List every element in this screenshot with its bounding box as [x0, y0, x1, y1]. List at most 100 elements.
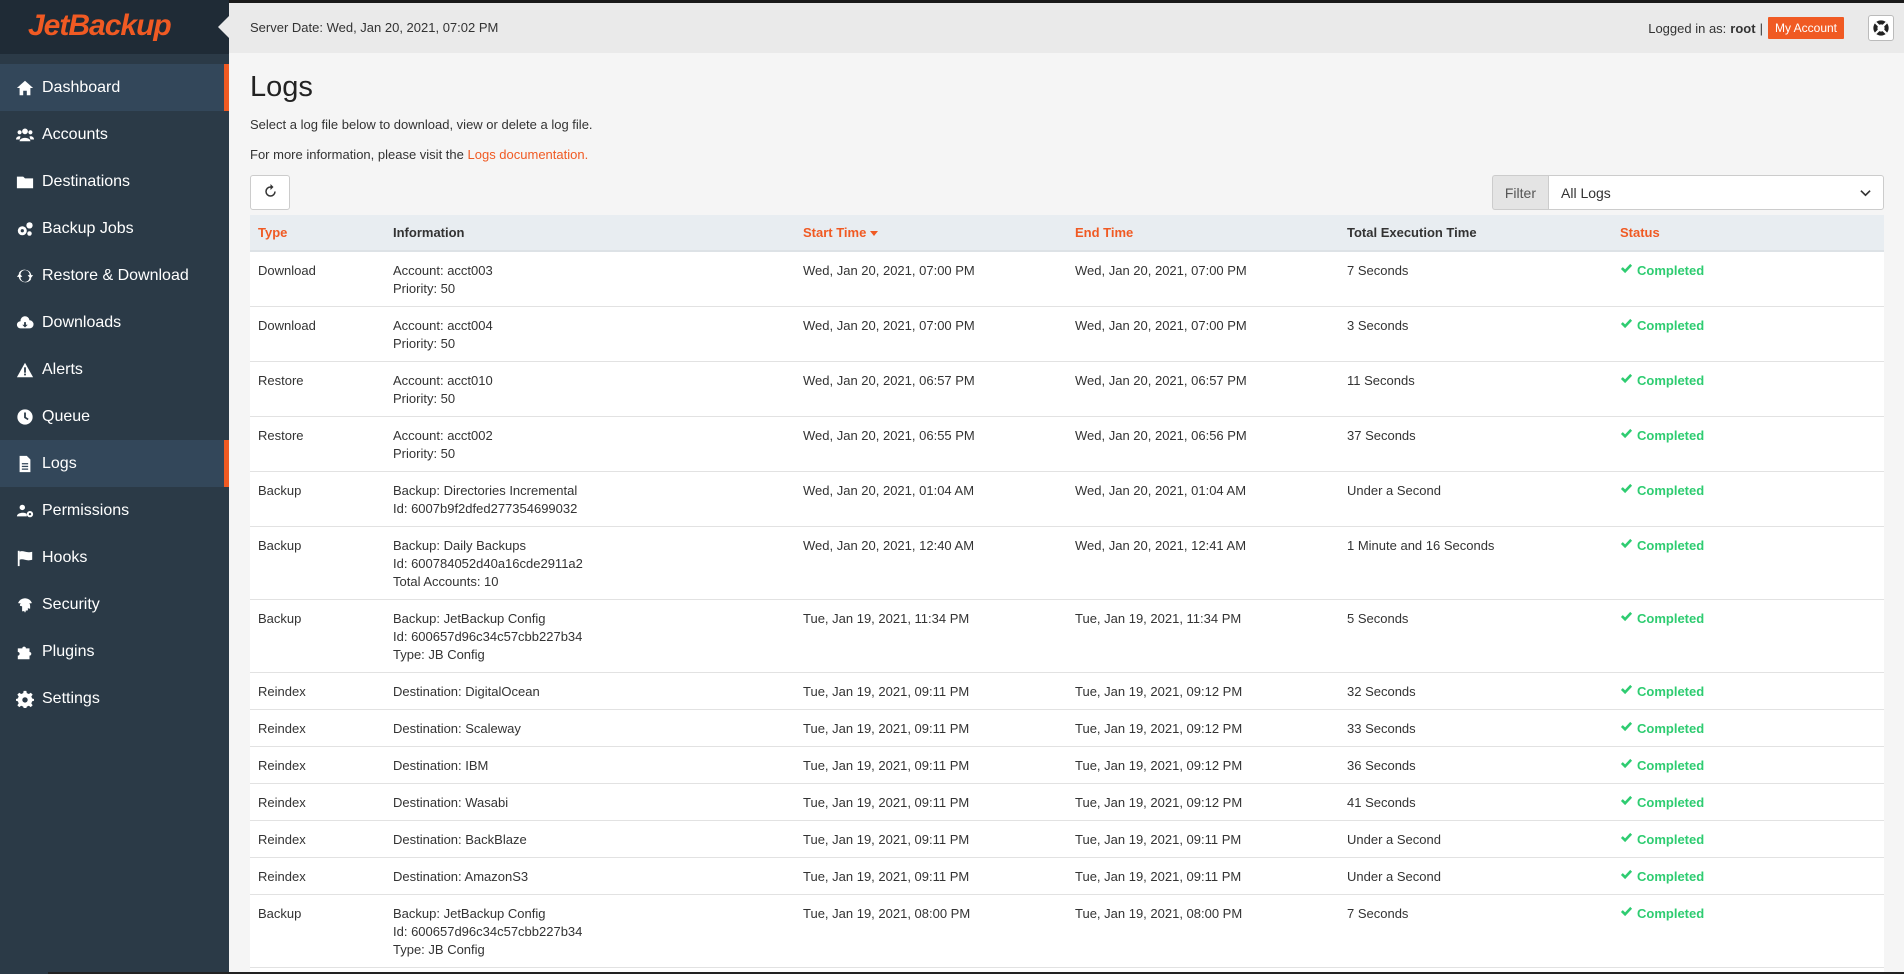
sidebar-item-restore-download[interactable]: Restore & Download: [0, 252, 229, 299]
sidebar-item-label: Dashboard: [42, 78, 121, 96]
more-info-prefix: For more information, please visit the: [250, 147, 464, 162]
cell-start-time: Tue, Jan 19, 2021, 11:34 PM: [795, 599, 1067, 673]
cell-execution-time: Under a Second: [1339, 820, 1612, 858]
logs-documentation-link[interactable]: Logs documentation.: [468, 147, 589, 162]
page-title: Logs: [250, 71, 313, 103]
cell-status: Completed: [1612, 526, 1884, 600]
table-row[interactable]: Backup Backup: Directories Incremental Id:…: [250, 471, 1884, 527]
sidebar-item-dashboard[interactable]: Dashboard: [0, 64, 229, 111]
cell-end-time: Tue, Jan 19, 2021, 09:12 PM: [1067, 672, 1339, 710]
check-icon: [1620, 831, 1637, 849]
sort-desc-icon: [870, 231, 879, 237]
cell-information: Backup: JetBackup Config Id: 600657d96c34…: [385, 894, 795, 968]
toolbar: Filter All Logs: [250, 175, 1884, 215]
cell-end-time: Wed, Jan 20, 2021, 06:57 PM: [1067, 361, 1339, 417]
sidebar-item-label: Queue: [42, 407, 91, 425]
table-row[interactable]: Reindex Destination: Wasabi Tue, Jan 19, 2…: [250, 783, 1884, 821]
table-row[interactable]: Restore Account: acct002 Priority: 50 Wed, …: [250, 416, 1884, 472]
cell-start-time: Wed, Jan 20, 2021, 06:57 PM: [795, 361, 1067, 417]
sidebar-item-label: Settings: [42, 689, 100, 707]
sidebar-item-settings[interactable]: Settings: [0, 675, 229, 722]
sidebar-item-downloads[interactable]: Downloads: [0, 299, 229, 346]
sidebar-item-backup-jobs[interactable]: Backup Jobs: [0, 205, 229, 252]
cell-status: Completed: [1612, 306, 1884, 362]
info-line: Backup: Daily Backups: [393, 538, 526, 553]
cell-execution-time: 7 Seconds: [1339, 894, 1612, 968]
sidebar-item-permissions[interactable]: Permissions: [0, 487, 229, 534]
check-icon: [1620, 372, 1637, 390]
cell-information: Destination: DigitalOcean: [385, 672, 795, 710]
sidebar-item-security[interactable]: Security: [0, 581, 229, 628]
header-status[interactable]: Status: [1612, 215, 1884, 252]
logs-table-body: Download Account: acct003 Priority: 50 Wed,…: [250, 250, 1884, 974]
table-row[interactable]: Reindex Destination: Scaleway Tue, Jan 19,…: [250, 709, 1884, 747]
status-badge: Completed: [1620, 905, 1876, 923]
header-type[interactable]: Type: [250, 215, 385, 252]
status-badge: Completed: [1620, 610, 1876, 628]
header-start-time[interactable]: Start Time: [795, 215, 1067, 252]
sidebar-item-logs[interactable]: Logs: [0, 440, 229, 487]
table-row[interactable]: Reindex Destination: IBM Tue, Jan 19, 2021…: [250, 746, 1884, 784]
table-row[interactable]: Backup Backup: JetBackup Config Id: 600657…: [250, 894, 1884, 968]
lifebuoy-icon[interactable]: [1868, 15, 1894, 41]
sidebar-item-accounts[interactable]: Accounts: [0, 111, 229, 158]
table-row[interactable]: Backup Backup: Daily Backups Id: 600784052…: [250, 526, 1884, 600]
table-row[interactable]: Download Account: acct004 Priority: 50 Wed,…: [250, 306, 1884, 362]
status-text: Completed: [1637, 483, 1705, 498]
table-row[interactable]: Download Account: acct003 Priority: 50 Wed,…: [250, 250, 1884, 307]
cell-information: Account: acct002 Priority: 50: [385, 416, 795, 472]
refresh-icon: [14, 266, 36, 286]
status-text: Completed: [1637, 832, 1705, 847]
table-row[interactable]: Backup Backup: JetBackup Config Id: 600657…: [250, 599, 1884, 673]
page-description: Select a log file below to download, vie…: [250, 117, 593, 132]
refresh-button[interactable]: [250, 175, 290, 210]
cell-start-time: Tue, Jan 19, 2021, 09:11 PM: [795, 820, 1067, 858]
header-start-time-label: Start Time: [803, 225, 867, 240]
header-end-time[interactable]: End Time: [1067, 215, 1339, 252]
sidebar: JetBackup Dashboard Accounts Destination…: [0, 0, 229, 974]
cell-end-time: Tue, Jan 19, 2021, 09:11 PM: [1067, 820, 1339, 858]
cell-status: Completed: [1612, 672, 1884, 710]
gear-icon: [14, 689, 36, 709]
info-line: Destination: IBM: [393, 758, 489, 773]
sidebar-item-plugins[interactable]: Plugins: [0, 628, 229, 675]
status-badge: Completed: [1620, 482, 1876, 500]
status-badge: Completed: [1620, 537, 1876, 555]
cell-status: Completed: [1612, 250, 1884, 307]
flag-icon: [14, 548, 36, 568]
sidebar-item-hooks[interactable]: Hooks: [0, 534, 229, 581]
sidebar-item-queue[interactable]: Queue: [0, 393, 229, 440]
table-row[interactable]: Restore Account: acct010 Priority: 50 Wed, …: [250, 361, 1884, 417]
logo[interactable]: JetBackup: [28, 9, 172, 43]
check-icon: [1620, 427, 1637, 445]
cloud-download-icon: [14, 313, 36, 333]
cell-status: Completed: [1612, 471, 1884, 527]
sidebar-item-destinations[interactable]: Destinations: [0, 158, 229, 205]
table-row[interactable]: Reindex Destination: AmazonS3 Tue, Jan 19,…: [250, 857, 1884, 895]
info-line: Total Accounts: 10: [393, 574, 499, 589]
status-badge: Completed: [1620, 757, 1876, 775]
logged-in-user: root: [1730, 20, 1756, 36]
cell-execution-time: 5 Seconds: [1339, 599, 1612, 673]
cell-information: Destination: BackBlaze: [385, 820, 795, 858]
sidebar-item-label: Security: [42, 595, 100, 613]
status-text: Completed: [1637, 318, 1705, 333]
sidebar-nav: Dashboard Accounts Destinations Backup J…: [0, 64, 229, 722]
sidebar-item-alerts[interactable]: Alerts: [0, 346, 229, 393]
filter-select[interactable]: All Logs: [1548, 175, 1884, 210]
header-execution-time: Total Execution Time: [1339, 215, 1612, 252]
cell-execution-time: 37 Seconds: [1339, 416, 1612, 472]
my-account-button[interactable]: My Account: [1767, 17, 1844, 39]
cell-end-time: Tue, Jan 19, 2021, 09:12 PM: [1067, 746, 1339, 784]
login-separator: |: [1759, 20, 1763, 36]
status-text: Completed: [1637, 758, 1705, 773]
info-line: Account: acct010: [393, 373, 493, 388]
table-row[interactable]: Reindex Destination: BackBlaze Tue, Jan 19…: [250, 820, 1884, 858]
cell-end-time: Wed, Jan 20, 2021, 07:00 PM: [1067, 250, 1339, 307]
cell-type: Backup: [250, 526, 385, 600]
cell-status: Completed: [1612, 746, 1884, 784]
table-row[interactable]: Reindex Destination: DigitalOcean Tue, Jan…: [250, 672, 1884, 710]
info-line: Priority: 50: [393, 281, 456, 296]
cell-status: Completed: [1612, 820, 1884, 858]
check-icon: [1620, 262, 1637, 280]
